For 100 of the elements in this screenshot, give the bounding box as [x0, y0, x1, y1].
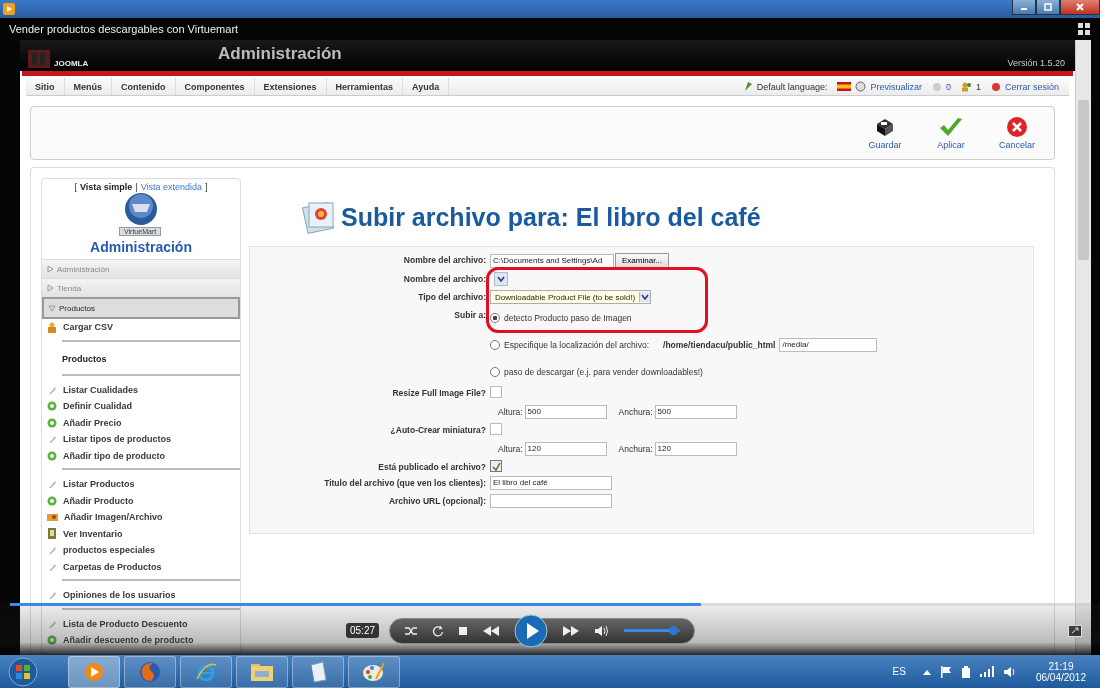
signal-icon[interactable]: [979, 666, 994, 677]
sidebar-title: Administración: [89, 238, 193, 257]
radio-label: paso de descargar (e.j. para vender downloadables!): [504, 367, 703, 377]
file-url-field[interactable]: [490, 494, 612, 508]
file-title-field[interactable]: El libro del café: [490, 476, 612, 490]
folder-icon: [250, 661, 274, 682]
sidebar-item[interactable]: Listar Cualidades: [42, 381, 240, 398]
notepad-icon: [308, 660, 328, 683]
add-icon: [47, 495, 57, 506]
rewind-icon[interactable]: [482, 625, 501, 636]
radio-button[interactable]: [490, 367, 500, 377]
add-icon: [47, 401, 57, 412]
taskbar-app[interactable]: [348, 655, 400, 688]
menu-item[interactable]: Ayuda: [403, 78, 450, 95]
speaker-icon[interactable]: [1002, 665, 1017, 678]
radio-button[interactable]: [490, 313, 500, 323]
stop-icon[interactable]: [458, 625, 469, 636]
height-field[interactable]: 500: [524, 405, 607, 419]
pencil-icon: [47, 434, 57, 445]
compact-mode-icon[interactable]: [1078, 23, 1090, 35]
browser-icon: [139, 660, 161, 683]
toolbar-button[interactable]: Cancelar: [996, 114, 1038, 152]
menu-item[interactable]: Extensiones: [254, 78, 327, 95]
taskbar-app[interactable]: [68, 655, 120, 688]
arrow-icon: [46, 265, 54, 273]
shuffle-icon[interactable]: [404, 624, 419, 637]
floppy-icon: [874, 116, 896, 138]
sidebar-item[interactable]: Opiniones de los usuarios: [42, 587, 240, 604]
logo-icon: [28, 50, 50, 68]
start-button[interactable]: [6, 655, 40, 688]
menu-item[interactable]: Contenido: [112, 78, 176, 95]
radio-button[interactable]: [490, 340, 500, 350]
sidebar-item[interactable]: Definir Cualidad: [42, 398, 240, 415]
sidebar-item[interactable]: Añadir Precio: [42, 414, 240, 431]
sidebar-item[interactable]: Listar tipos de productos: [42, 431, 240, 448]
checkbox[interactable]: [490, 423, 502, 435]
pencil-icon: [47, 590, 57, 601]
preview-link[interactable]: Previsualizar: [870, 81, 922, 92]
taskbar-app[interactable]: [124, 655, 176, 688]
menu-item[interactable]: Componentes: [175, 78, 255, 95]
height-label: Altura:: [498, 444, 523, 454]
flag-icon[interactable]: [939, 665, 952, 678]
sidebar-item[interactable]: Carpetas de Productos: [42, 558, 240, 575]
menu-item[interactable]: Herramientas: [326, 78, 404, 95]
sidebar-item[interactable]: Añadir Imagen/Archivo: [42, 509, 240, 526]
file-path-field[interactable]: C:\Documents and Settings\Ad: [490, 253, 614, 268]
video-title: Vender productos descargables con Virtuemart: [9, 23, 239, 35]
menu-item[interactable]: Sitio: [26, 78, 65, 95]
users-icon: [960, 81, 972, 92]
height-field[interactable]: 120: [524, 442, 607, 456]
field-label: Nombre del archivo:: [402, 273, 486, 284]
toolbar-button[interactable]: Guardar: [864, 114, 906, 152]
minimize-button[interactable]: [1012, 0, 1036, 15]
file-type-dropdown[interactable]: Downloadable Product File (to be sold!): [490, 290, 652, 304]
sidebar-item[interactable]: Añadir descuento de producto: [42, 632, 240, 649]
volume-slider[interactable]: [624, 629, 681, 632]
sidebar-item[interactable]: Lista de Producto Descuento: [42, 615, 240, 632]
language-label: Default language:: [756, 81, 828, 92]
language-indicator[interactable]: ES: [892, 666, 906, 677]
section-header[interactable]: Productos: [42, 297, 240, 319]
taskbar-app[interactable]: [292, 655, 344, 688]
height-label: Altura:: [498, 407, 523, 417]
sidebar-item[interactable]: Ver Inventario: [42, 525, 240, 542]
field-label: Archivo URL (opcional):: [387, 495, 486, 506]
taskbar-app[interactable]: [236, 655, 288, 688]
radio-label: Especifique la localización del archivo:: [504, 340, 650, 350]
toolbar-button[interactable]: Aplicar: [930, 114, 972, 152]
checkbox[interactable]: [490, 460, 502, 472]
path-field[interactable]: /media/: [779, 338, 878, 352]
field-label: Subir a:: [453, 309, 486, 320]
width-label: Anchura:: [618, 407, 653, 417]
logout-link[interactable]: Cerrar sesión: [1004, 81, 1059, 92]
sidebar-item[interactable]: Añadir Producto: [42, 492, 240, 509]
sidebar-item[interactable]: Cargar CSV: [42, 319, 240, 336]
menu-item[interactable]: Menús: [64, 78, 112, 95]
preview-icon: [855, 81, 867, 92]
play-button[interactable]: [514, 613, 549, 648]
taskbar-app[interactable]: [180, 655, 232, 688]
maximize-icon: [1044, 3, 1052, 11]
show-hidden-icons[interactable]: [922, 668, 931, 675]
scrollbar[interactable]: [1075, 40, 1091, 655]
width-field[interactable]: 120: [654, 442, 737, 456]
sidebar-item[interactable]: Añadir tipo de producto: [42, 447, 240, 464]
close-button[interactable]: [1060, 0, 1100, 15]
simple-view-link[interactable]: Vista simple: [79, 182, 133, 192]
separator-text: |: [135, 182, 138, 192]
seek-bar[interactable]: [10, 603, 1090, 606]
width-field[interactable]: 500: [654, 405, 737, 419]
file-name-dropdown[interactable]: [494, 272, 508, 286]
sidebar-heading: Productos: [61, 352, 108, 366]
extended-view-link[interactable]: Vista extendida: [140, 182, 203, 192]
checkbox[interactable]: [490, 386, 502, 398]
volume-icon[interactable]: [594, 624, 611, 637]
maximize-button[interactable]: [1036, 0, 1060, 15]
close-icon: [1076, 3, 1084, 11]
repeat-icon[interactable]: [432, 624, 445, 637]
field-label: Está publicado el archivo?: [377, 461, 486, 472]
sidebar-item[interactable]: productos especiales: [42, 542, 240, 559]
fast-forward-icon[interactable]: [562, 625, 581, 636]
sidebar-item[interactable]: Listar Productos: [42, 476, 240, 493]
